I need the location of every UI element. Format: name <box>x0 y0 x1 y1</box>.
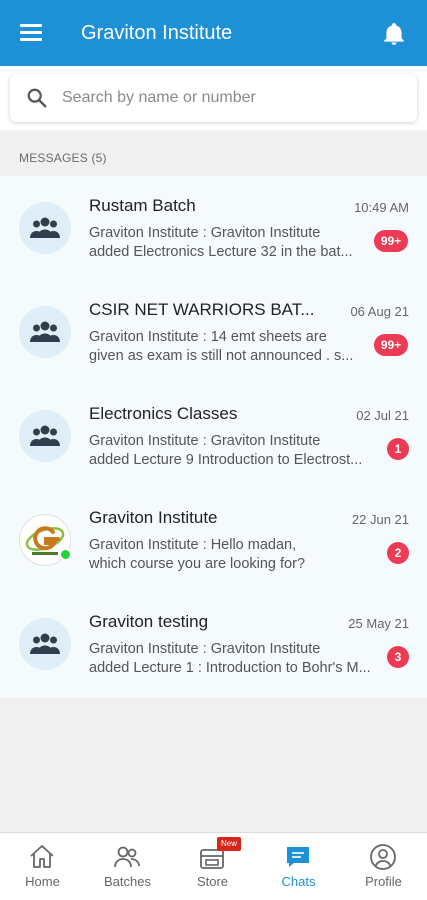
unread-badge: 99+ <box>374 334 408 356</box>
group-avatar <box>19 410 71 462</box>
group-avatar <box>19 618 71 670</box>
app-bar: Graviton Institute <box>0 0 427 66</box>
chat-name: Electronics Classes <box>89 404 238 423</box>
messages-section-label: MESSAGES (5) <box>19 151 107 165</box>
chat-preview: Graviton Institute : Hello madan, which … <box>89 537 306 572</box>
chat-time: 22 Jun 21 <box>351 512 409 527</box>
unread-badge: 99+ <box>374 230 408 252</box>
chat-preview: Graviton Institute : Graviton Institute … <box>89 433 363 468</box>
chat-time: 06 Aug 21 <box>350 304 409 319</box>
home-icon <box>30 845 54 868</box>
group-avatar <box>19 202 71 254</box>
hamburger-menu-icon[interactable] <box>20 24 44 42</box>
tab-label: Store <box>196 874 229 889</box>
unread-badge: 2 <box>387 542 409 564</box>
search-bar <box>0 66 427 130</box>
chat-time: 10:49 AM <box>354 200 409 215</box>
group-icon <box>30 425 60 446</box>
search-icon <box>27 88 47 108</box>
chat-preview: Graviton Institute : Graviton Institute … <box>89 641 371 676</box>
batches-icon <box>114 846 140 868</box>
tab-batches[interactable]: Batches <box>85 833 170 900</box>
tab-chats[interactable]: Chats <box>256 833 341 900</box>
tab-store[interactable]: New Store <box>170 833 255 900</box>
search-box[interactable] <box>10 74 417 122</box>
tab-label: Batches <box>104 874 151 889</box>
unread-badge: 3 <box>387 646 409 668</box>
bell-icon[interactable] <box>381 21 407 47</box>
message-list: Rustam Batch 10:49 AM Graviton Institute… <box>0 176 427 698</box>
tab-home[interactable]: Home <box>0 833 85 900</box>
profile-icon <box>370 844 396 870</box>
group-avatar <box>19 306 71 358</box>
unread-badge: 1 <box>387 438 409 460</box>
chat-item-electronics-classes[interactable]: Electronics Classes 02 Jul 21 Graviton I… <box>0 384 427 488</box>
page-title: Graviton Institute <box>81 22 233 44</box>
tab-label: Home <box>25 874 60 889</box>
bottom-nav: Home Batches New Store Chats Profile <box>0 832 427 900</box>
graviton-logo-avatar <box>19 514 72 566</box>
new-badge: New <box>217 837 242 851</box>
group-icon <box>30 217 60 238</box>
group-icon <box>30 633 60 654</box>
chat-name: Rustam Batch <box>89 196 196 215</box>
tab-profile[interactable]: Profile <box>341 833 426 900</box>
tab-label: Profile <box>365 874 402 889</box>
search-input[interactable] <box>62 84 402 112</box>
chat-item-csir-net-warriors[interactable]: CSIR NET WARRIORS BAT... 06 Aug 21 Gravi… <box>0 280 427 384</box>
chat-icon <box>287 847 309 867</box>
chat-name: Graviton testing <box>89 612 209 631</box>
chat-time: 25 May 21 <box>348 616 409 631</box>
chat-preview: Graviton Institute : 14 emt sheets are g… <box>89 329 354 364</box>
group-icon <box>30 321 60 342</box>
chat-name: Graviton Institute <box>89 508 218 527</box>
chat-preview: Graviton Institute : Graviton Institute … <box>89 225 353 260</box>
chat-item-graviton-testing[interactable]: Graviton testing 25 May 21 Graviton Inst… <box>0 592 427 696</box>
chat-item-rustam-batch[interactable]: Rustam Batch 10:49 AM Graviton Institute… <box>0 176 427 280</box>
chat-name: CSIR NET WARRIORS BAT... <box>89 300 315 319</box>
chat-time: 02 Jul 21 <box>356 408 409 423</box>
chat-item-graviton-institute[interactable]: Graviton Institute 22 Jun 21 Graviton In… <box>0 488 427 592</box>
tab-label: Chats <box>281 874 316 889</box>
online-status-dot <box>59 548 72 561</box>
